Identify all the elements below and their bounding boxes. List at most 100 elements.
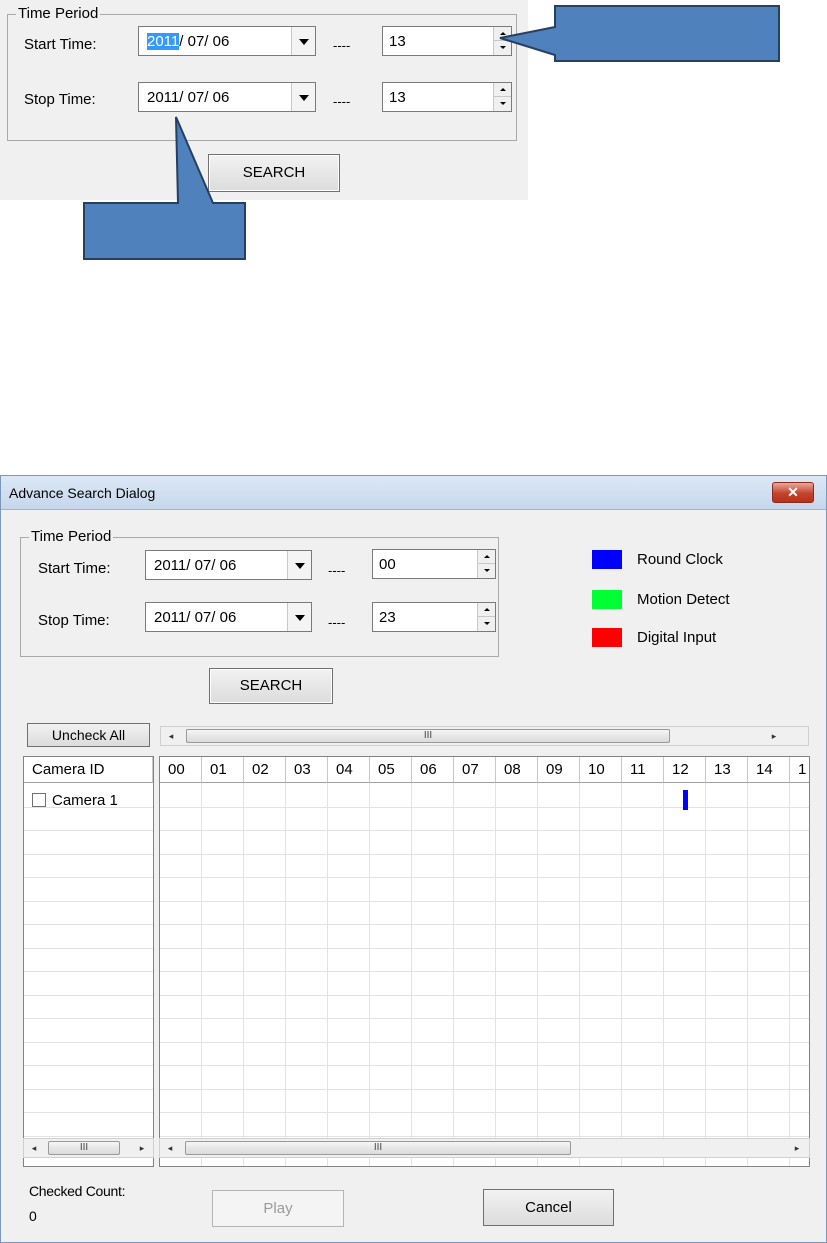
list-row-line	[24, 806, 153, 808]
list-row-line	[24, 830, 153, 831]
spin-down-icon[interactable]	[478, 564, 495, 578]
timeline-grid: 00 01 02 03 04 05 06 07 08 09 10 11 12 13 14 1	[159, 756, 810, 1167]
start-hour-spinner[interactable]: 00	[372, 549, 496, 579]
grid-column-line	[747, 783, 748, 1166]
list-row-line	[24, 924, 153, 925]
scroll-thumb[interactable]: III	[185, 1141, 571, 1155]
list-row-line	[24, 1041, 153, 1043]
list-row-line	[24, 1065, 153, 1066]
hour-header-11: 11	[622, 757, 664, 783]
stop-hour-spinner[interactable]: 23	[372, 602, 496, 632]
list-row-line	[24, 994, 153, 996]
grid-row-line	[160, 853, 809, 855]
grid-row-line	[160, 1065, 809, 1066]
callout-right	[499, 5, 780, 62]
grid-column-line	[579, 783, 580, 1166]
list-row-line	[24, 1112, 153, 1113]
camera-id-header[interactable]: Camera ID	[24, 757, 153, 783]
grid-row-line	[160, 994, 809, 996]
play-button[interactable]: Play	[212, 1190, 344, 1227]
camera-list-scrollbar[interactable]: ◂ III ▸	[23, 1138, 154, 1158]
grid-column-line	[789, 783, 790, 1166]
grid-row-line	[160, 1112, 809, 1113]
scroll-left-icon[interactable]: ◂	[160, 1139, 180, 1157]
hour-header-02: 02	[244, 757, 286, 783]
scroll-left-icon[interactable]: ◂	[24, 1139, 44, 1157]
grid-row-line	[160, 947, 809, 949]
spin-up-icon[interactable]	[478, 603, 495, 617]
hour-header-13: 13	[706, 757, 748, 783]
grid-column-line	[369, 783, 370, 1166]
list-row-line	[24, 1135, 153, 1137]
spin-down-icon[interactable]	[478, 617, 495, 631]
close-icon: ✕	[787, 484, 799, 500]
grid-row-line	[160, 900, 809, 902]
scroll-thumb[interactable]: III	[48, 1141, 120, 1155]
scroll-thumb[interactable]: III	[186, 729, 670, 743]
grid-column-line	[453, 783, 454, 1166]
grid-row-line	[160, 806, 809, 808]
grid-top-scrollbar[interactable]: ◂ III ▸	[160, 726, 809, 746]
grid-bottom-scrollbar[interactable]: ◂ III ▸	[159, 1138, 810, 1158]
grid-column-line	[621, 783, 622, 1166]
grid-row-line	[160, 877, 809, 878]
checked-count-label: Checked Count:	[29, 1183, 126, 1199]
list-row-line	[24, 971, 153, 972]
start-hour-value: 00	[379, 556, 396, 573]
list-row-line	[24, 877, 153, 878]
hour-header-08: 08	[496, 757, 538, 783]
legend-label: Round Clock	[637, 551, 723, 568]
uncheck-all-button[interactable]: Uncheck All	[27, 723, 150, 747]
grid-row-line	[160, 1041, 809, 1043]
separator: ----	[328, 563, 346, 578]
grid-row-line	[160, 1135, 809, 1137]
legend-swatch	[592, 590, 622, 609]
start-time-label: Start Time:	[38, 560, 111, 577]
recording-segment[interactable]	[683, 790, 688, 810]
grid-column-line	[201, 783, 202, 1166]
callout-bottom	[83, 116, 246, 260]
advance-search-dialog: Advance Search Dialog ✕ Time Period Star…	[0, 475, 827, 1243]
hour-header-01: 01	[202, 757, 244, 783]
grid-row-line	[160, 971, 809, 972]
legend-swatch	[592, 628, 622, 647]
scroll-left-icon[interactable]: ◂	[161, 727, 181, 745]
dialog-title: Advance Search Dialog	[9, 485, 156, 501]
camera-checkbox[interactable]	[32, 793, 46, 807]
hour-header-12: 12	[664, 757, 706, 783]
chevron-down-icon[interactable]	[287, 603, 311, 631]
chevron-down-icon[interactable]	[287, 551, 311, 579]
hour-header-00: 00	[160, 757, 202, 783]
grid-column-line	[327, 783, 328, 1166]
grid-row-line	[160, 830, 809, 831]
grid-row-line	[160, 1018, 809, 1019]
start-date-picker[interactable]: 2011/ 07/ 06	[145, 550, 312, 580]
scroll-right-icon[interactable]: ▸	[787, 1139, 807, 1157]
hour-header-14: 14	[748, 757, 790, 783]
scroll-right-icon[interactable]: ▸	[764, 727, 784, 745]
grid-row-line	[160, 924, 809, 925]
camera-list: Camera ID Camera 1	[23, 756, 154, 1167]
camera-row[interactable]: Camera 1	[30, 791, 150, 811]
list-row-line	[24, 947, 153, 949]
hour-header-06: 06	[412, 757, 454, 783]
callout-layer	[83, 5, 780, 260]
scroll-right-icon[interactable]: ▸	[132, 1139, 152, 1157]
stop-time-label: Stop Time:	[38, 612, 110, 629]
legend-label: Digital Input	[637, 629, 717, 646]
spin-up-icon[interactable]	[478, 550, 495, 564]
list-row-line	[24, 1088, 153, 1090]
search-button[interactable]: SEARCH	[209, 668, 333, 704]
separator: ----	[328, 615, 346, 630]
start-date-value: 2011/ 07/ 06	[154, 557, 237, 574]
stop-date-picker[interactable]: 2011/ 07/ 06	[145, 602, 312, 632]
grid-column-line	[537, 783, 538, 1166]
cancel-button[interactable]: Cancel	[483, 1189, 614, 1226]
hour-header-10: 10	[580, 757, 622, 783]
close-button[interactable]: ✕	[772, 482, 814, 503]
grid-column-line	[243, 783, 244, 1166]
hour-header-04: 04	[328, 757, 370, 783]
hour-header-1: 1	[790, 757, 809, 783]
grid-column-line	[705, 783, 706, 1166]
grid-row-line	[160, 1088, 809, 1090]
